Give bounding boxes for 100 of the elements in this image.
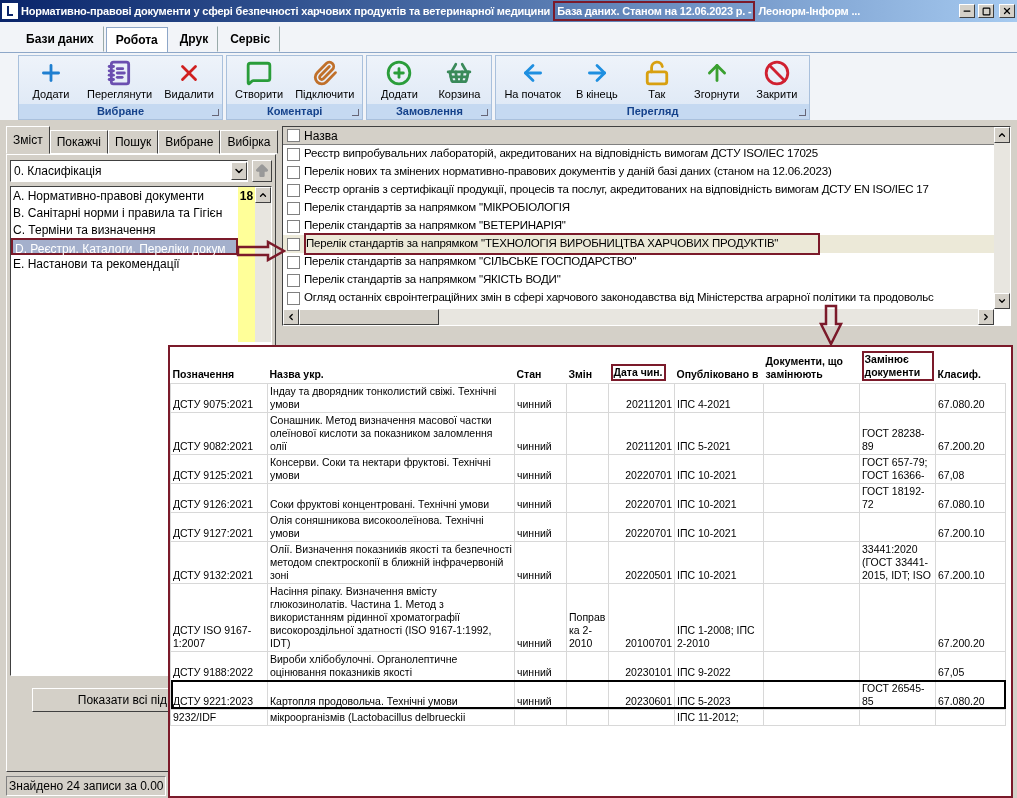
table-cell: ГОСТ 18192-72	[862, 484, 925, 510]
checkbox[interactable]	[287, 273, 300, 287]
column-header: Опубліковано в	[676, 367, 759, 381]
checkbox[interactable]	[287, 201, 300, 215]
checkbox[interactable]	[287, 237, 300, 251]
column-header: Позначення	[172, 367, 235, 381]
table-cell: мікроорганізмів (Lactobacillus delbrueckii	[270, 710, 466, 723]
column-header: Назва укр.	[269, 367, 324, 381]
table-cell: 67.200.20	[938, 636, 985, 649]
table-cell: ІПС 10-2021	[677, 468, 737, 481]
tree-item[interactable]: E. Настанови та рекомендації	[11, 255, 238, 272]
vertical-scrollbar[interactable]	[994, 127, 1010, 309]
show-all-button[interactable]: Показати всі під	[32, 688, 170, 712]
paperclip-icon	[311, 59, 338, 86]
table-cell: чинний	[517, 568, 552, 581]
table-cell: чинний	[517, 468, 552, 481]
ribbon-button[interactable]: Переглянути	[81, 56, 159, 104]
table-cell: 20220501	[625, 568, 672, 581]
table-cell: ДСТУ 9125:2021	[173, 468, 253, 481]
table-cell: ДСТУ 9188:2022	[173, 665, 253, 678]
table-cell: ІПС 10-2021	[677, 497, 737, 510]
close-button[interactable]	[999, 4, 1015, 18]
ribbon-button[interactable]: Видалити	[158, 56, 220, 104]
ribbon-button[interactable]: Додати	[21, 56, 81, 104]
table-cell: чинний	[517, 439, 552, 452]
table-cell: ІПС 5-2023	[677, 694, 731, 707]
table-cell: Олія соняшникова високоолеїнова. Технічні умови	[270, 513, 484, 539]
notepad-icon	[106, 59, 133, 86]
document-list-item[interactable]: Огляд останніх євроінтеграційних змін в сфері харчового законодавства від Міністерства аграрної політики та продовольс	[304, 289, 934, 307]
table-cell: 20220701	[625, 497, 672, 510]
select-all-checkbox[interactable]	[287, 129, 300, 142]
checkbox[interactable]	[287, 291, 300, 305]
column-header[interactable]: Назва	[304, 127, 338, 145]
classification-dropdown[interactable]: 0. Класифікація	[10, 160, 248, 182]
table-cell: ІПС 1-2008; ІПС 2-2010	[677, 623, 755, 649]
minimize-button[interactable]	[959, 4, 975, 18]
table-cell: 67.080.20	[938, 397, 985, 410]
table-cell: чинний	[517, 665, 552, 678]
prohibited-icon	[763, 59, 790, 86]
ribbon-tab[interactable]: Робота	[105, 27, 168, 53]
ribbon-button[interactable]: Так	[626, 56, 687, 104]
scroll-right-icon	[981, 312, 991, 322]
sidebar-tab[interactable]: Зміст	[6, 126, 50, 154]
group-label: Коментарі	[266, 104, 323, 120]
table-cell: Індау та дворядник тонколистий свіжі. Технічні умови	[270, 384, 497, 410]
app-icon	[2, 3, 18, 19]
ribbon-button[interactable]: Додати	[369, 56, 430, 104]
table-cell: ДСТУ ISO 9167-1:2007	[173, 623, 252, 649]
table-cell: ДСТУ 9127:2021	[173, 526, 253, 539]
window-title: Нормативно-правові документи у сфері безпечності харчових продуктів та ветеринарної медицини	[21, 3, 551, 19]
document-list-item[interactable]: Перелік стандартів за напрямком "МІКРОБІОЛОГІЯ	[304, 199, 570, 217]
tree-item[interactable]: A. Нормативно-правові документи	[11, 187, 238, 204]
table-cell: ДСТУ 9075:2021	[173, 397, 253, 410]
expand-icon	[211, 109, 219, 116]
level-up-button[interactable]	[252, 160, 272, 182]
horizontal-scrollbar[interactable]	[283, 309, 994, 325]
tree-item[interactable]: B. Санітарні норми і правила та Гігієн	[11, 204, 238, 221]
checkbox[interactable]	[287, 183, 300, 197]
status-bar: Знайдено 24 записи за 0.00	[6, 776, 166, 796]
expand-icon	[481, 109, 489, 116]
maximize-icon	[981, 6, 991, 16]
ribbon-button[interactable]: Підключити	[289, 56, 361, 104]
table-cell: Насіння ріпаку. Визначення вмісту глюкозинолатів. Частина 1. Метод з використанням рідинної хроматографії високороздільної здатності (ISO 9167-1:1992, IDT)	[270, 584, 492, 649]
table-cell: Картопля продовольча. Технічні умови	[270, 694, 458, 707]
sidebar-tab[interactable]: Вибірка	[220, 130, 278, 154]
scroll-up-icon	[258, 190, 268, 200]
group-label: Вибране	[96, 104, 144, 120]
checkbox[interactable]	[287, 147, 300, 161]
speech-bubble-icon	[246, 59, 273, 86]
document-list-item[interactable]: Реєстр органів з сертифікації продукції, процесів та послуг, акредитованих на відповідність вимогам ДСТУ EN ISO/IEC 17	[304, 181, 929, 199]
maximize-button[interactable]	[978, 4, 994, 18]
vertical-scrollbar[interactable]	[255, 187, 271, 342]
document-list-item[interactable]: Перелік стандартів за напрямком "ВЕТЕРИНАРІЯ"	[304, 217, 566, 235]
table-cell: 20230101	[625, 665, 672, 678]
ribbon-button[interactable]: Корзина	[429, 56, 490, 104]
sidebar-tab[interactable]: Пошук	[107, 130, 159, 154]
group-label: Замовлення	[395, 104, 463, 120]
ribbon-button[interactable]: Згорнути	[686, 56, 747, 104]
ribbon-button[interactable]: На початок	[498, 56, 567, 104]
document-list-item[interactable]: Перелік стандартів за напрямком "ЯКІСТЬ ВОДИ"	[304, 271, 561, 289]
document-list-item[interactable]: Реєстр випробувальних лабораторій, акредитованих на відповідність вимогам ДСТУ ISO/IEC 17025	[304, 145, 818, 163]
ribbon-button[interactable]: В кінець	[566, 56, 627, 104]
table-cell: 67,08	[938, 468, 965, 481]
ribbon-button[interactable]: Створити	[228, 56, 290, 104]
document-list-item[interactable]: Перелік нових та змінених нормативно-правових документів у даній базі даних (станом на 12.06.2023)	[304, 163, 832, 181]
table-cell: 67.200.10	[938, 526, 985, 539]
table-cell: ГОСТ 26545-85	[862, 681, 925, 707]
sidebar-tab[interactable]: Вибране	[158, 130, 221, 154]
column-header: Дата чин.	[610, 363, 666, 381]
open-lock-icon	[643, 59, 670, 86]
table-cell: 20220701	[625, 526, 672, 539]
ribbon-button[interactable]: Закрити	[746, 56, 807, 104]
checkbox[interactable]	[287, 255, 300, 269]
tree-item[interactable]: C. Терміни та визначення	[11, 221, 238, 238]
checkbox[interactable]	[287, 165, 300, 179]
document-list-item[interactable]: Перелік стандартів за напрямком "СІЛЬСЬКЕ ГОСПОДАРСТВО"	[304, 253, 637, 271]
sidebar-tab[interactable]: Покажчі	[49, 130, 108, 154]
expand-icon	[798, 109, 806, 116]
document-list-item[interactable]: Перелік стандартів за напрямком "ТЕХНОЛОГІЯ ВИРОБНИЦТВА ХАРЧОВИХ ПРОДУКТІВ"	[304, 233, 821, 255]
checkbox[interactable]	[287, 219, 300, 233]
